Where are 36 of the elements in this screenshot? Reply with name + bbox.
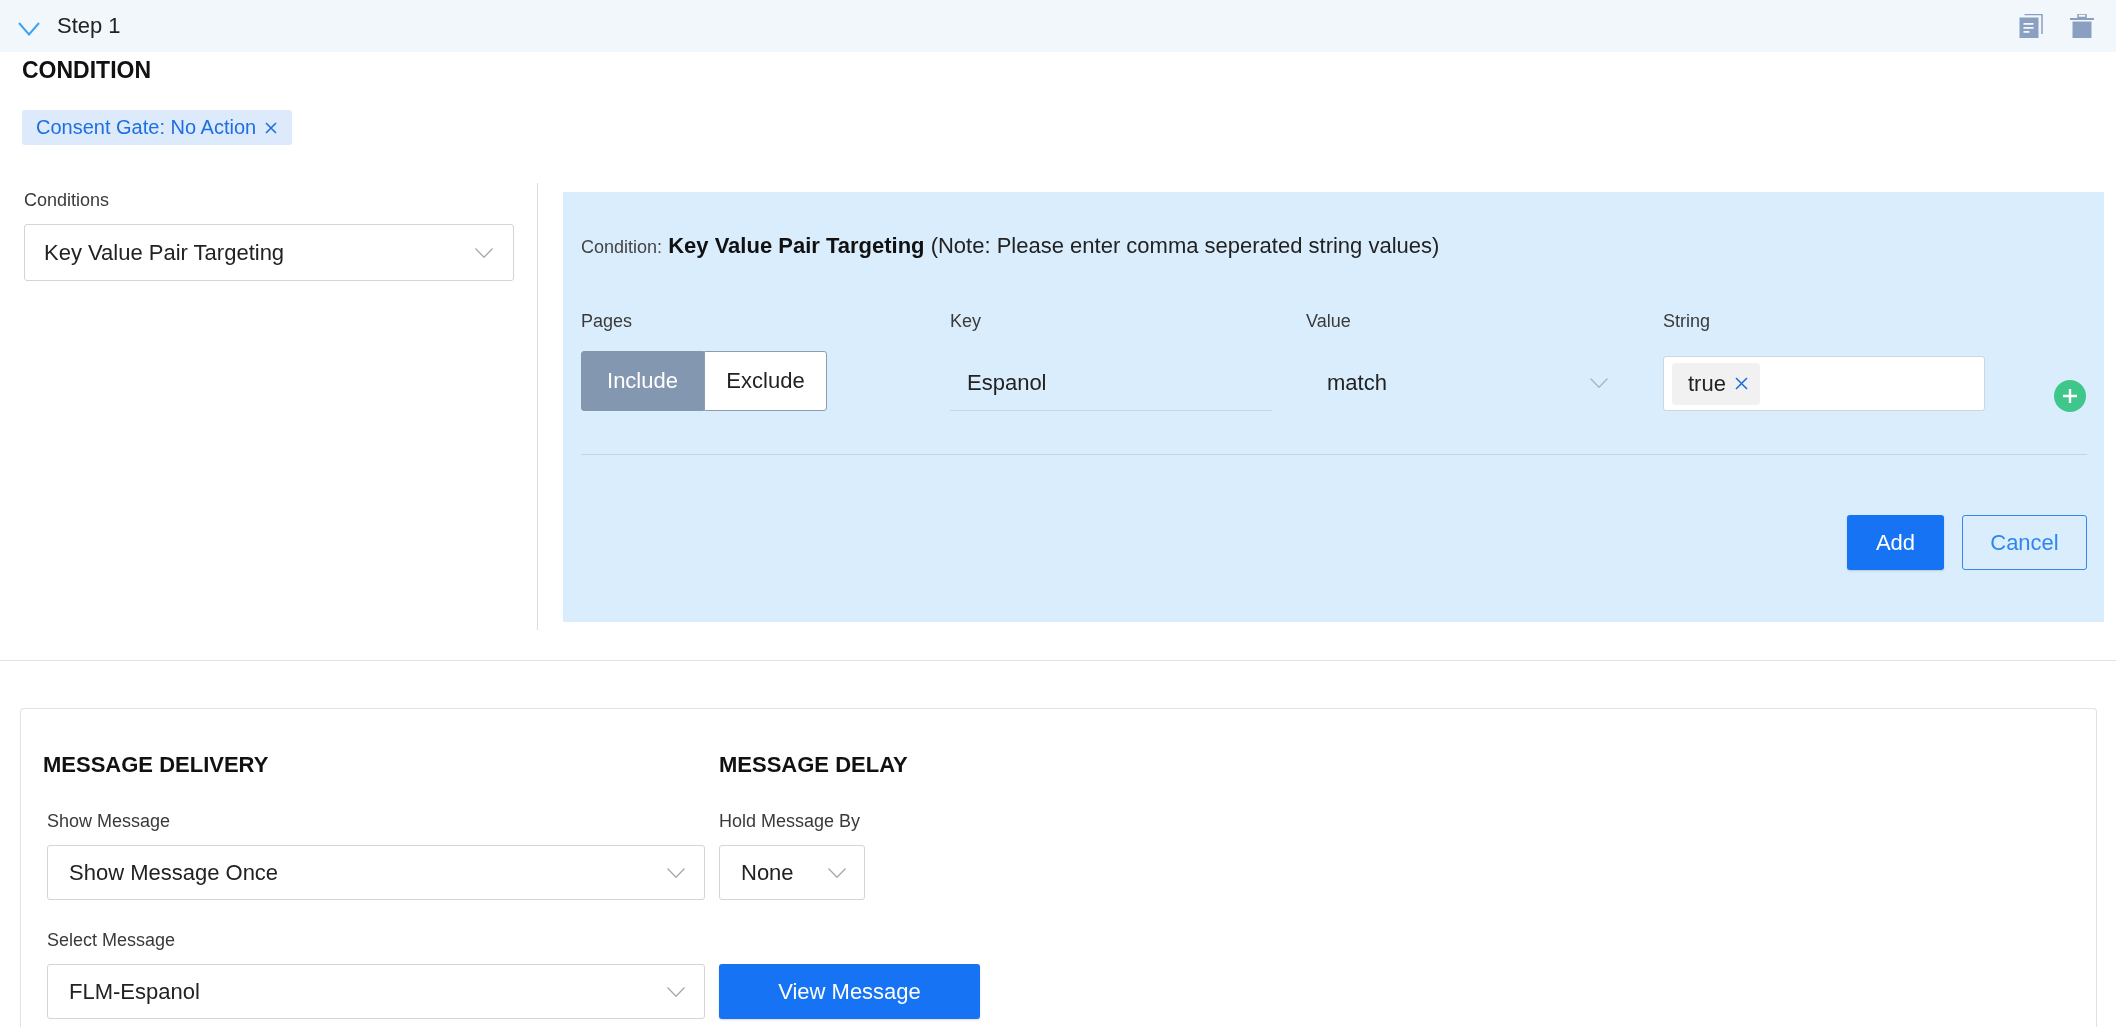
chevron-down-icon (475, 247, 493, 258)
chevron-down-icon[interactable] (18, 22, 40, 36)
section-heading: MESSAGE DELAY (719, 752, 908, 778)
field-label: Hold Message By (719, 810, 861, 832)
field-label: Show Message (47, 810, 171, 832)
section-heading: MESSAGE DELIVERY (43, 752, 269, 778)
hold-message-dropdown[interactable]: None (719, 845, 865, 900)
close-icon[interactable] (1734, 377, 1748, 390)
chevron-down-icon (667, 986, 685, 997)
chip-label: Consent Gate: No Action (36, 116, 257, 139)
section-heading: CONDITION (22, 57, 153, 83)
key-input-field[interactable]: Espanol (950, 355, 1272, 411)
field-label: String (1663, 310, 1712, 332)
step-title: Step 1 (57, 13, 121, 39)
field-label: Value (1306, 310, 1352, 332)
field-label: Pages (581, 310, 634, 332)
trash-icon[interactable] (2070, 14, 2094, 38)
field-label: Key (950, 310, 983, 332)
chevron-down-icon (667, 867, 685, 878)
view-message-button[interactable]: View Message (719, 964, 980, 1019)
chevron-down-icon (828, 867, 846, 878)
conditions-dropdown[interactable]: Key Value Pair Targeting (24, 224, 514, 281)
close-icon[interactable] (265, 121, 278, 134)
string-input-field[interactable]: true (1663, 356, 1985, 411)
plus-icon[interactable] (2054, 380, 2086, 412)
field-label: Conditions (24, 189, 111, 211)
condition-summary: Condition: Key Value Pair Targeting (Note: Please enter comma seperated string values) (581, 233, 1441, 260)
copy-icon[interactable] (2019, 14, 2043, 38)
chevron-down-icon (1590, 378, 1608, 388)
tag-label: true (1688, 370, 1726, 397)
show-message-dropdown[interactable]: Show Message Once (47, 845, 705, 900)
value-dropdown[interactable]: match (1306, 355, 1612, 411)
select-message-dropdown[interactable]: FLM-Espanol (47, 964, 705, 1019)
toggle-button[interactable]: Exclude (704, 351, 827, 411)
field-label: Select Message (47, 929, 176, 951)
add-button[interactable]: Add (1847, 515, 1944, 570)
